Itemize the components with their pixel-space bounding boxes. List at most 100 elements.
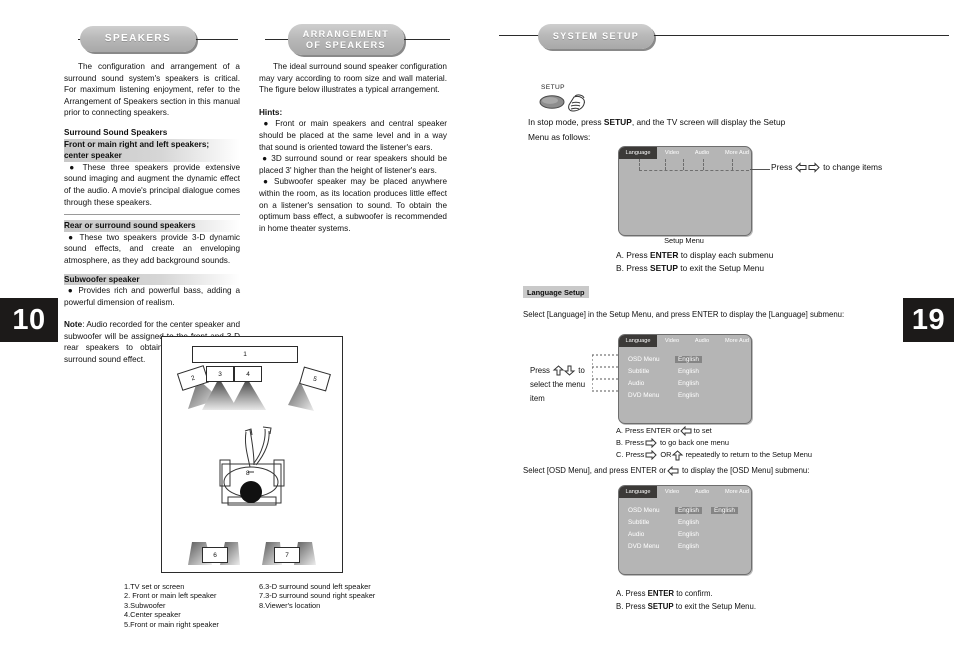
step-b-suffix: to exit the Setup Menu — [677, 263, 765, 273]
diagram-callout-rear-left: 6 — [202, 547, 228, 563]
section-title-speakers: SPEAKERS — [80, 26, 196, 52]
speakers-section-heading: Surround Sound Speakers — [64, 127, 168, 137]
speakers-group1-title-line1: Front or main right and left speakers; — [64, 138, 240, 151]
osd-submenu-tabbar: Language Video Audio More Aud Rating — [619, 486, 751, 498]
language-submenu-leader-lines — [592, 354, 618, 392]
osd-step-a-bold: ENTER — [647, 589, 675, 598]
osd-submenu-row-label[interactable]: Audio — [628, 531, 644, 538]
osd-step-b: B. Press SETUP to exit the Setup Menu. — [616, 600, 756, 613]
diagram-legend-left: 1.TV set or screen 2. Front or main left… — [124, 582, 264, 629]
diagram-callout-2-label: 2 — [190, 374, 196, 382]
setup-menu-leader-line — [750, 169, 770, 170]
osd-submenu-tab-video[interactable]: Video — [657, 486, 687, 498]
change-items-post: to change items — [820, 162, 883, 172]
speakers-group1-text: ● These three speakers provide extensive… — [64, 162, 240, 208]
section-title-arrangement-line2: OF SPEAKERS — [306, 39, 386, 50]
arrangement-hint-1: ● Front or main speakers and central spe… — [259, 118, 447, 153]
left-right-arrow-icon — [795, 162, 820, 173]
diagram-callout-rear-right: 7 — [274, 547, 300, 563]
osd-submenu-tab-audio[interactable]: Audio — [687, 486, 717, 498]
section-title-system-setup: SYSTEM SETUP — [538, 24, 654, 49]
osd-step-a-prefix: A. Press — [616, 589, 648, 598]
system-setup-intro: In stop mode, press SETUP, and the TV sc… — [528, 116, 878, 129]
system-setup-intro-part1: In stop mode, press — [528, 117, 604, 127]
bullet-icon: ● — [259, 154, 272, 164]
arrangement-hint-1-body: Front or main speakers and central speak… — [259, 119, 447, 152]
divider-1 — [64, 214, 240, 216]
change-items-pre: Press — [771, 162, 795, 172]
arrangement-hint-3-body: Subwoofer speaker may be placed anywhere… — [259, 177, 447, 233]
setup-menu-underline — [639, 170, 749, 171]
section-title-arrangement: ARRANGEMENT OF SPEAKERS — [288, 24, 404, 55]
system-setup-intro-bold: SETUP — [603, 117, 632, 127]
legend-item: 2. Front or main left speaker — [124, 591, 217, 601]
setup-button-caption: SETUP — [541, 84, 565, 91]
step-a-bold: ENTER — [649, 250, 679, 260]
osd-submenu-row-option[interactable]: English — [711, 507, 738, 514]
step-a-prefix: A. Press — [616, 250, 650, 260]
setup-menu-tab-video[interactable]: Video — [657, 147, 687, 159]
osd-submenu-row-value[interactable]: English — [678, 519, 699, 526]
setup-menu-divider — [732, 159, 733, 170]
bullet-icon: ● — [259, 119, 276, 129]
language-step-a-suffix: to set — [693, 426, 712, 435]
diagram-legend-right: 6.3-D surround sound left speaker 7.3-D … — [259, 582, 439, 610]
pointing-hand-icon — [568, 94, 585, 112]
diagram-callout-7-label: 7 — [285, 551, 289, 559]
language-step-c-text: C. Press — [616, 450, 645, 459]
diagram-callout-center: 4 — [234, 366, 262, 382]
osd-submenu-row-value[interactable]: English — [678, 531, 699, 538]
language-submenu-tab-video[interactable]: Video — [657, 335, 687, 347]
column-speakers: The configuration and arrangement of a s… — [64, 61, 240, 366]
setup-menu-divider — [683, 159, 684, 170]
osd-submenu-row-label[interactable]: OSD Menu — [628, 507, 660, 514]
osd-submenu-row-value[interactable]: English — [678, 543, 699, 550]
osd-submenu-tab-more-aud[interactable]: More Aud — [717, 486, 751, 498]
language-setup-badge: Language Setup — [523, 286, 589, 298]
setup-menu-tab-language[interactable]: Language — [619, 147, 657, 159]
setup-menu-tab-audio[interactable]: Audio — [687, 147, 717, 159]
language-submenu-press-hint: Press to select the menu item — [530, 364, 600, 406]
speakers-group2-body: These two speakers provide 3-D dynamic s… — [64, 232, 240, 265]
legend-item: 1.TV set or screen — [124, 582, 185, 591]
speakers-group3-body: Provides rich and powerful bass, adding … — [64, 286, 240, 307]
setup-menu-caption: Setup Menu — [664, 236, 704, 245]
speakers-group1-title-line2: center speaker — [64, 150, 240, 162]
setup-menu-tab-more-aud[interactable]: More Aud — [717, 147, 751, 159]
osd-submenu-row-value[interactable]: English — [675, 507, 702, 514]
language-submenu-tab-more-aud[interactable]: More Aud — [717, 335, 751, 347]
arrangement-hints-label: Hints: — [259, 107, 283, 117]
osd-submenu-row-label[interactable]: DVD Menu — [628, 543, 659, 550]
speakers-group2-text: ● These two speakers provide 3-D dynamic… — [64, 232, 240, 267]
speakers-group2-title: Rear or surround sound speakers — [64, 220, 240, 232]
setup-menu-change-items-hint: Press to change items — [771, 161, 882, 174]
speakers-group3-text: ● Provides rich and powerful bass, addin… — [64, 285, 240, 308]
language-submenu-tabbar: Language Video Audio More Aud Rating — [619, 335, 751, 347]
arrangement-hint-2-body: 3D surround sound or rear speakers shoul… — [259, 154, 448, 175]
legend-item: 3.Subwoofer — [124, 600, 166, 610]
step-a-suffix: to display each submenu — [678, 250, 774, 260]
speaker-arrangement-diagram: 1 2 5 3 4 8 6 7 — [161, 336, 343, 573]
osd-submenu-tab-language[interactable]: Language — [619, 486, 657, 498]
setup-menu-step-b: B. Press SETUP to exit the Setup Menu — [616, 262, 764, 275]
setup-menu-step-a: A. Press ENTER to display each submenu — [616, 249, 773, 262]
legend-item: 6.3-D surround sound left speaker — [259, 582, 371, 591]
section-title-speakers-label: SPEAKERS — [104, 33, 172, 45]
language-step-b-suffix: to go back one menu — [659, 438, 729, 447]
diagram-callout-subwoofer: 3 — [206, 366, 234, 382]
setup-menu-tabbar: Language Video Audio More Aud Rating — [619, 147, 751, 159]
setup-menu-screen: Language Video Audio More Aud Rating — [618, 146, 752, 236]
speakers-group1-body: These three speakers provide extensive s… — [64, 162, 240, 207]
speakers-note-label: Note — [64, 320, 83, 330]
arrangement-intro: The ideal surround sound speaker configu… — [259, 62, 447, 95]
legend-item: 8.Viewer's location — [259, 600, 321, 610]
osd-submenu-row-label[interactable]: Subtitle — [628, 519, 649, 526]
legend-item: 5.Front or main right speaker — [124, 619, 219, 629]
system-setup-intro-part2: , and the TV screen will display the Set… — [631, 117, 786, 127]
language-submenu-tab-audio[interactable]: Audio — [687, 335, 717, 347]
language-step-a-text: A. Press ENTER or — [616, 426, 680, 435]
step-b-prefix: B. Press — [616, 263, 650, 273]
language-submenu-tab-language[interactable]: Language — [619, 335, 657, 347]
language-step-b-text: B. Press — [616, 438, 644, 447]
osd-step-b-suffix: to exit the Setup Menu. — [673, 602, 756, 611]
